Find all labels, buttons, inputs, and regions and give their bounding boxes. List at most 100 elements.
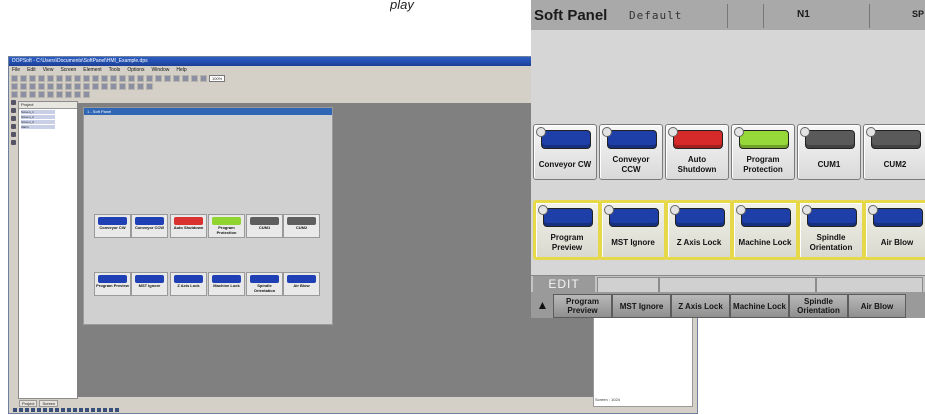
soft-key-spindle-orientation[interactable]: Spindle Orientation — [797, 200, 865, 260]
softkey-machine-lock[interactable]: Machine Lock — [730, 294, 789, 318]
drawing-tool-icon[interactable] — [10, 116, 16, 121]
up-arrow-icon[interactable]: ▲ — [534, 295, 551, 315]
soft-key-auto-shutdown[interactable]: Auto Shutdown — [665, 124, 729, 180]
toolbar-button-icon[interactable] — [74, 91, 81, 98]
toolbar-button-icon[interactable] — [128, 75, 135, 82]
tab-project[interactable]: Project — [19, 400, 38, 407]
toolbar-button-icon[interactable] — [92, 83, 99, 90]
softkey-spindle-orientation[interactable]: Spindle Orientation — [789, 294, 848, 318]
design-button[interactable]: Machine Lock — [208, 272, 245, 296]
tab-screen[interactable]: Screen — [39, 400, 59, 407]
toolbar-button-icon[interactable] — [182, 75, 189, 82]
soft-key-machine-lock[interactable]: Machine Lock — [731, 200, 799, 260]
soft-key-air-blow[interactable]: Air Blow — [863, 200, 925, 260]
menu-item-view[interactable]: View — [43, 66, 54, 74]
toolbar-button-icon[interactable] — [164, 75, 171, 82]
toolbar-button-icon[interactable] — [65, 83, 72, 90]
menu-item-edit[interactable]: Edit — [27, 66, 36, 74]
toolbar-button-icon[interactable] — [56, 83, 63, 90]
toolbar-button-icon[interactable] — [146, 75, 153, 82]
drawing-tool-icon[interactable] — [10, 140, 16, 145]
tree-item[interactable]: Screen_1 — [21, 110, 55, 114]
toolbar-button-icon[interactable] — [101, 83, 108, 90]
toolbar-button-icon[interactable] — [83, 75, 90, 82]
soft-key-conveyor-cw[interactable]: Conveyor CW — [533, 124, 597, 180]
menu-item-tools[interactable]: Tools — [109, 66, 121, 74]
menu-item-window[interactable]: Window — [152, 66, 170, 74]
soft-key-cum2[interactable]: CUM2 — [863, 124, 925, 180]
design-button[interactable]: Z Axis Lock — [170, 272, 207, 296]
soft-key-program-preview[interactable]: Program Preview — [533, 200, 601, 260]
toolbar-button-icon[interactable] — [29, 75, 36, 82]
toolbar-button-icon[interactable] — [173, 75, 180, 82]
drawing-tool-icon[interactable] — [10, 132, 16, 137]
soft-key-cum1[interactable]: CUM1 — [797, 124, 861, 180]
toolbar-button-icon[interactable] — [56, 91, 63, 98]
design-button[interactable]: Program Protection — [208, 214, 245, 238]
toolbar-button-icon[interactable] — [83, 83, 90, 90]
toolbar-button-icon[interactable] — [65, 75, 72, 82]
screen-design-window[interactable]: 1 - Soft Panel Conveyor CW Conveyor CCW Au… — [83, 107, 333, 325]
tree-item[interactable]: Alarm — [21, 125, 55, 129]
design-button[interactable]: Conveyor CW — [94, 214, 131, 238]
soft-key-mst-ignore[interactable]: MST Ignore — [599, 200, 667, 260]
toolbar-button-icon[interactable] — [137, 83, 144, 90]
toolbar-button-icon[interactable] — [29, 83, 36, 90]
design-button[interactable]: Program Preview — [94, 272, 131, 296]
toolbar-button-icon[interactable] — [83, 91, 90, 98]
softkey-mst-ignore[interactable]: MST Ignore — [612, 294, 671, 318]
toolbar-button-icon[interactable] — [191, 75, 198, 82]
design-button[interactable]: MST Ignore — [131, 272, 168, 296]
toolbar-button-icon[interactable] — [200, 75, 207, 82]
toolbar-button-icon[interactable] — [47, 75, 54, 82]
toolbar-button-icon[interactable] — [47, 91, 54, 98]
tree-item[interactable]: Screen_2 — [21, 115, 55, 119]
toolbar-button-icon[interactable] — [101, 75, 108, 82]
design-button[interactable]: Auto Shutdown — [170, 214, 207, 238]
design-button[interactable]: Conveyor CCW — [131, 214, 168, 238]
soft-key-z-axis-lock[interactable]: Z Axis Lock — [665, 200, 733, 260]
softkey-program-preview[interactable]: Program Preview — [553, 294, 612, 318]
toolbar-button-icon[interactable] — [20, 83, 27, 90]
toolbar-button-icon[interactable] — [38, 75, 45, 82]
design-button[interactable]: Air Blow — [283, 272, 320, 296]
toolbar-button-icon[interactable] — [65, 91, 72, 98]
design-button[interactable]: CUM2 — [283, 214, 320, 238]
toolbar-button-icon[interactable] — [146, 83, 153, 90]
toolbar-button-icon[interactable] — [47, 83, 54, 90]
design-button[interactable]: CUM1 — [246, 214, 283, 238]
menu-item-screen[interactable]: Screen — [60, 66, 76, 74]
toolbar-button-icon[interactable] — [92, 75, 99, 82]
zoom-select[interactable]: 100% — [209, 75, 226, 82]
toolbar-button-icon[interactable] — [128, 83, 135, 90]
softkey-z-axis-lock[interactable]: Z Axis Lock — [671, 294, 730, 318]
drawing-tool-icon[interactable] — [10, 124, 16, 129]
tree-item[interactable]: Screen_3 — [21, 120, 55, 124]
softkey-air-blow[interactable]: Air Blow — [848, 294, 906, 318]
toolbar-button-icon[interactable] — [119, 75, 126, 82]
soft-key-conveyor-ccw[interactable]: Conveyor CCW — [599, 124, 663, 180]
menu-item-help[interactable]: Help — [176, 66, 186, 74]
design-button[interactable]: Spindle Orientation — [246, 272, 283, 296]
toolbar-button-icon[interactable] — [74, 83, 81, 90]
toolbar-button-icon[interactable] — [74, 75, 81, 82]
drawing-tool-icon[interactable] — [10, 100, 16, 105]
toolbar-button-icon[interactable] — [29, 91, 36, 98]
menu-item-options[interactable]: Options — [127, 66, 144, 74]
toolbar-button-icon[interactable] — [11, 75, 18, 82]
toolbar-button-icon[interactable] — [137, 75, 144, 82]
toolbar-button-icon[interactable] — [20, 91, 27, 98]
toolbar-button-icon[interactable] — [38, 83, 45, 90]
menu-item-element[interactable]: Element — [83, 66, 101, 74]
toolbar-button-icon[interactable] — [38, 91, 45, 98]
drawing-tool-icon[interactable] — [10, 108, 16, 113]
menu-item-file[interactable]: File — [12, 66, 20, 74]
toolbar-button-icon[interactable] — [155, 75, 162, 82]
toolbar-button-icon[interactable] — [110, 83, 117, 90]
toolbar-button-icon[interactable] — [119, 83, 126, 90]
toolbar-button-icon[interactable] — [56, 75, 63, 82]
soft-key-program-protection[interactable]: Program Protection — [731, 124, 795, 180]
toolbar-button-icon[interactable] — [110, 75, 117, 82]
project-tree-panel[interactable]: Project Screen_1 Screen_2 Screen_3 Alarm — [18, 101, 78, 399]
toolbar-button-icon[interactable] — [20, 75, 27, 82]
